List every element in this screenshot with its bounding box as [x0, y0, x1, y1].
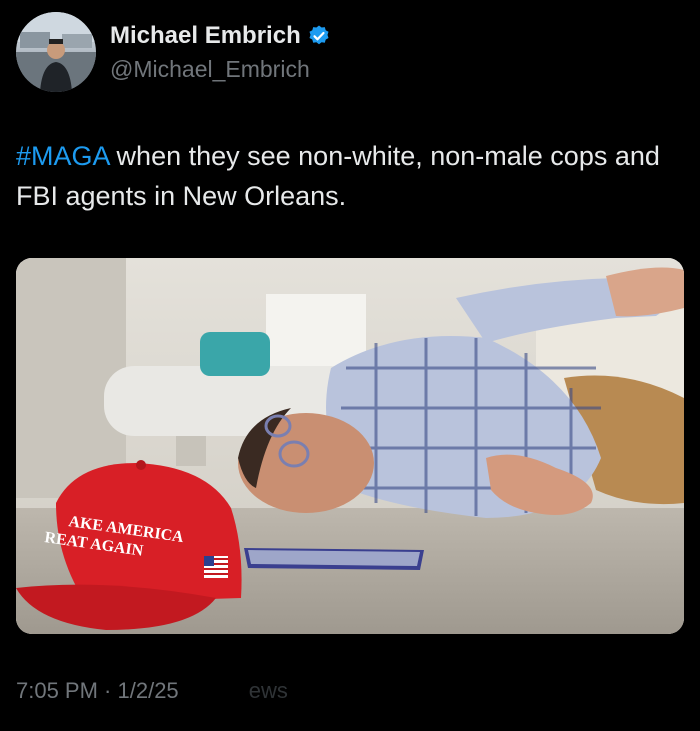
tweet-meta: 7:05 PM · 1/2/25 ews — [16, 678, 288, 704]
avatar-image — [16, 12, 96, 92]
name-row: Michael Embrich — [110, 22, 331, 50]
handle[interactable]: @Michael_Embrich — [110, 56, 310, 83]
display-name[interactable]: Michael Embrich — [110, 22, 301, 50]
tweet-date[interactable]: 1/2/25 — [118, 678, 179, 703]
views-count: ews — [248, 678, 288, 703]
tweet-time[interactable]: 7:05 PM — [16, 678, 98, 703]
media-image: AKE AMERICA REAT AGAIN — [16, 258, 684, 634]
meta-separator: · — [97, 678, 118, 703]
tweet-text: #MAGA when they see non-white, non-male … — [16, 136, 676, 216]
avatar[interactable] — [16, 12, 96, 92]
tweet-media[interactable]: AKE AMERICA REAT AGAIN — [16, 258, 684, 634]
tweet-header: Michael Embrich @Michael_Embrich — [16, 12, 676, 92]
flag-icon — [204, 556, 228, 578]
hashtag-link[interactable]: #MAGA — [16, 141, 109, 171]
verified-badge-icon — [309, 25, 329, 45]
tweet-body: when they see non-white, non-male cops a… — [16, 141, 660, 211]
